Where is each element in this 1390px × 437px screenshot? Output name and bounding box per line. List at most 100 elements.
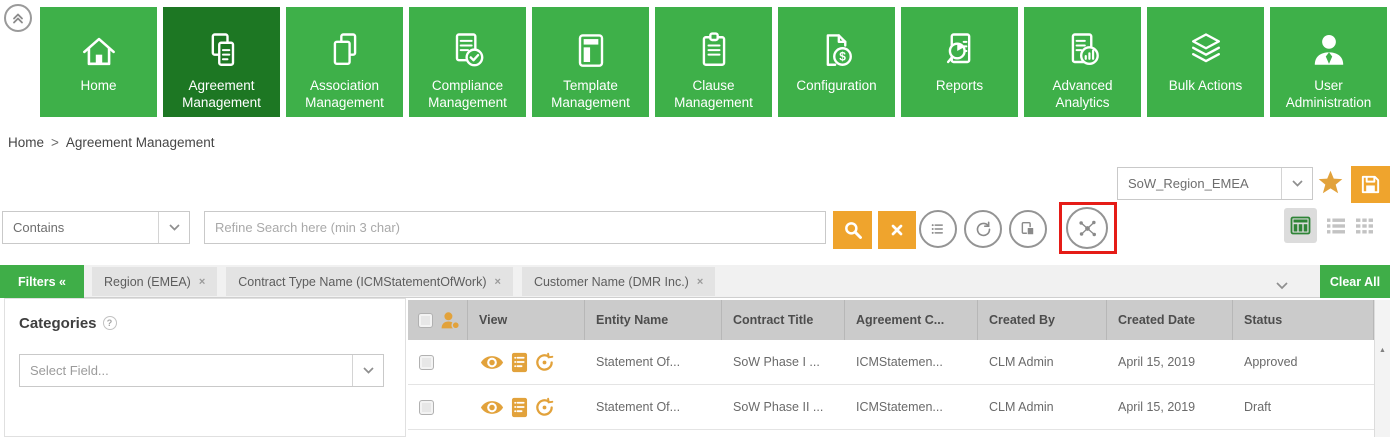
- card-view-icon: [1355, 217, 1374, 235]
- help-icon[interactable]: ?: [103, 316, 117, 330]
- refresh-icon: [971, 217, 995, 241]
- home-icon: [77, 7, 121, 73]
- network-map-icon: [1074, 215, 1101, 242]
- top-navigation: Home Agreement Management Association Ma…: [40, 7, 1387, 117]
- nav-tile-label: Template Management: [535, 77, 647, 111]
- collapse-nav-button[interactable]: [4, 4, 32, 32]
- list-view-toggle[interactable]: [1326, 217, 1346, 235]
- nav-tile-reports[interactable]: Reports: [901, 7, 1018, 117]
- column-header-entity-name[interactable]: Entity Name: [585, 300, 722, 340]
- nav-tile-compliance-management[interactable]: Compliance Management: [409, 7, 526, 117]
- agreement-management-screen: Home Agreement Management Association Ma…: [0, 0, 1390, 437]
- nav-tile-label: Reports: [904, 77, 1016, 94]
- nav-tile-template-management[interactable]: Template Management: [532, 7, 649, 117]
- select-field-dropdown[interactable]: Select Field...: [19, 354, 384, 387]
- row-checkbox[interactable]: [419, 355, 434, 370]
- cell-agreement-code: ICMStatemen...: [845, 400, 978, 414]
- nav-tile-agreement-management[interactable]: Agreement Management: [163, 7, 280, 117]
- search-button[interactable]: [833, 211, 872, 249]
- categories-header: Categories ?: [19, 315, 391, 332]
- breadcrumb-home[interactable]: Home: [8, 135, 44, 150]
- nav-tile-advanced-analytics[interactable]: Advanced Analytics: [1024, 7, 1141, 117]
- clause-clipboard-icon: [692, 7, 736, 73]
- cell-status: Approved: [1233, 355, 1374, 369]
- nav-tile-label: Bulk Actions: [1150, 77, 1262, 94]
- favorite-star-button[interactable]: [1316, 169, 1344, 197]
- column-header-agreement-code[interactable]: Agreement C...: [845, 300, 978, 340]
- export-document-button[interactable]: [1009, 210, 1047, 248]
- chip-close-icon[interactable]: ×: [495, 276, 501, 288]
- favorite-star-icon: [1317, 169, 1344, 196]
- table-view-toggle[interactable]: [1284, 208, 1317, 243]
- search-icon: [843, 220, 863, 240]
- categories-panel: Categories ? Select Field...: [4, 298, 406, 437]
- nav-tile-association-management[interactable]: Association Management: [286, 7, 403, 117]
- cell-created-by: CLM Admin: [978, 355, 1107, 369]
- history-icon[interactable]: [534, 352, 555, 373]
- reports-magnifier-doc-icon: [938, 7, 982, 73]
- clear-search-button[interactable]: [878, 211, 916, 249]
- refresh-button[interactable]: [964, 210, 1002, 248]
- cell-contract-title: SoW Phase II ...: [722, 400, 845, 414]
- analytics-chart-doc-icon: [1061, 7, 1105, 73]
- user-person-icon: [1307, 7, 1351, 73]
- nav-tile-clause-management[interactable]: Clause Management: [655, 7, 772, 117]
- saved-search-value: SoW_Region_EMEA: [1118, 176, 1281, 191]
- nav-tile-bulk-actions[interactable]: Bulk Actions: [1147, 7, 1264, 117]
- breadcrumb-separator: >: [51, 135, 59, 150]
- filter-chip-label: Customer Name (DMR Inc.): [534, 275, 689, 289]
- view-eye-icon[interactable]: [479, 353, 505, 372]
- filter-chips: Region (EMEA) × Contract Type Name (ICMS…: [92, 265, 715, 298]
- select-all-header: [408, 300, 468, 340]
- network-map-button[interactable]: [1066, 207, 1108, 249]
- filter-chip-label: Region (EMEA): [104, 275, 191, 289]
- column-header-created-date[interactable]: Created Date: [1107, 300, 1233, 340]
- categories-title: Categories: [19, 315, 97, 332]
- table-row: Statement Of... SoW Phase I ... ICMState…: [408, 340, 1374, 385]
- assigned-user-icon[interactable]: [440, 311, 461, 330]
- nav-tile-user-administration[interactable]: User Administration: [1270, 7, 1387, 117]
- row-actions-cell: [468, 352, 585, 373]
- history-icon[interactable]: [534, 397, 555, 418]
- table-scrollbar[interactable]: ▲: [1374, 300, 1390, 437]
- row-actions-cell: [468, 397, 585, 418]
- cell-created-date: April 15, 2019: [1107, 355, 1233, 369]
- select-all-checkbox[interactable]: [418, 313, 433, 328]
- row-checkbox[interactable]: [419, 400, 434, 415]
- filter-chip-customer[interactable]: Customer Name (DMR Inc.) ×: [522, 267, 715, 296]
- filters-toggle-button[interactable]: Filters «: [0, 265, 84, 298]
- view-eye-icon[interactable]: [479, 398, 505, 417]
- table-view-icon: [1290, 216, 1311, 235]
- chip-close-icon[interactable]: ×: [697, 276, 703, 288]
- column-header-status[interactable]: Status: [1233, 300, 1374, 340]
- chevron-down-icon: [1281, 168, 1312, 199]
- scroll-up-arrow[interactable]: ▲: [1375, 346, 1390, 356]
- filter-chip-region[interactable]: Region (EMEA) ×: [92, 267, 217, 296]
- select-field-placeholder: Select Field...: [20, 363, 352, 378]
- chip-close-icon[interactable]: ×: [199, 276, 205, 288]
- saved-search-select[interactable]: SoW_Region_EMEA: [1117, 167, 1313, 200]
- document-details-icon[interactable]: [511, 352, 528, 373]
- card-view-toggle[interactable]: [1355, 217, 1374, 235]
- export-document-icon: [1016, 217, 1040, 241]
- saved-views-list-button[interactable]: [919, 210, 957, 248]
- svg-text:$: $: [839, 50, 846, 64]
- document-details-icon[interactable]: [511, 397, 528, 418]
- column-header-view[interactable]: View: [468, 300, 585, 340]
- save-disk-icon: [1359, 173, 1382, 196]
- column-header-contract-title[interactable]: Contract Title: [722, 300, 845, 340]
- nav-tile-label: Compliance Management: [412, 77, 524, 111]
- table-header-row: View Entity Name Contract Title Agreemen…: [408, 300, 1374, 340]
- nav-tile-label: User Administration: [1273, 77, 1385, 111]
- clear-all-filters-button[interactable]: Clear All: [1320, 265, 1390, 298]
- row-select-cell: [408, 355, 468, 370]
- nav-tile-configuration[interactable]: $ Configuration: [778, 7, 895, 117]
- column-header-created-by[interactable]: Created By: [978, 300, 1107, 340]
- chevron-down-icon: [352, 355, 383, 386]
- save-search-button[interactable]: [1351, 166, 1390, 203]
- filter-chip-contract-type[interactable]: Contract Type Name (ICMStatementOfWork) …: [226, 267, 513, 296]
- refine-search-input[interactable]: [204, 211, 826, 244]
- nav-tile-home[interactable]: Home: [40, 7, 157, 117]
- search-operator-select[interactable]: Contains: [2, 211, 190, 244]
- chips-collapse-chevron-icon[interactable]: [1276, 277, 1288, 295]
